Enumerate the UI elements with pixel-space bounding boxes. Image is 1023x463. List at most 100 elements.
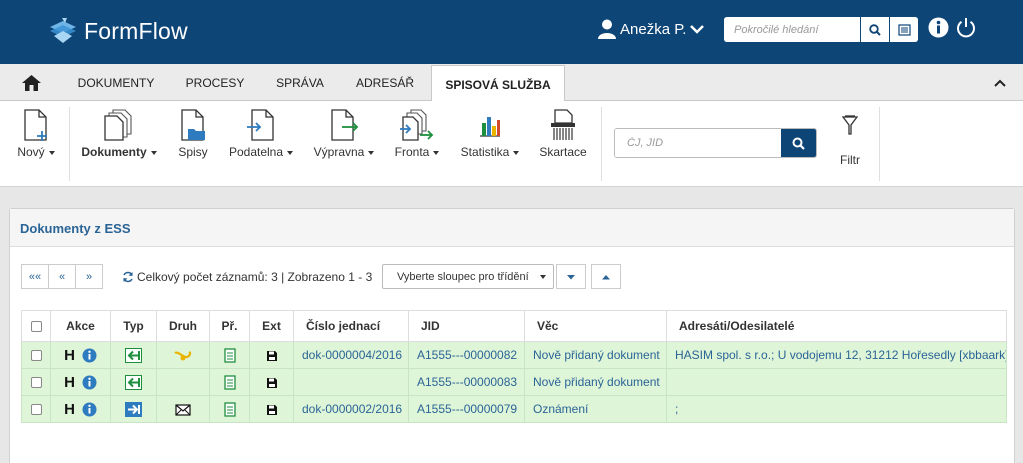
toolbar-search-button[interactable]: [781, 129, 816, 157]
column-header-jid[interactable]: JID: [408, 310, 525, 342]
vypravna-label: Výpravna: [314, 145, 375, 159]
podatelna-button[interactable]: Podatelna: [226, 109, 296, 159]
info-icon[interactable]: [82, 375, 97, 390]
tab-adresar[interactable]: ADRESÁŘ: [346, 64, 424, 101]
row-checkbox[interactable]: [30, 350, 42, 362]
column-header-pr: Př.: [209, 310, 250, 342]
user-menu[interactable]: Anežka P.: [598, 19, 705, 39]
cislo-jednaci-cell[interactable]: [293, 368, 409, 396]
outgoing-document-icon: [331, 109, 359, 141]
header-list-button[interactable]: [889, 17, 918, 42]
row-checkbox[interactable]: [30, 404, 42, 416]
advanced-search: [724, 17, 918, 42]
pager-next-button[interactable]: »: [75, 264, 103, 289]
sort-descending-button[interactable]: [556, 264, 586, 289]
jid-cell[interactable]: A1555---00000079: [408, 395, 525, 423]
skartace-button[interactable]: Skartace: [537, 109, 589, 159]
statistika-button[interactable]: Statistika: [458, 109, 522, 159]
row-checkbox-cell: [21, 341, 51, 369]
podatelna-label: Podatelna: [229, 145, 294, 159]
new-button[interactable]: Nový: [16, 109, 56, 159]
info-icon[interactable]: [82, 402, 97, 417]
type-cell: [110, 368, 157, 396]
chevron-down-icon: [540, 275, 546, 279]
fronta-button[interactable]: Fronta: [393, 109, 441, 159]
ext-cell: [249, 368, 294, 396]
table-row[interactable]: H dok-0000004/2016 A1555---00000082 Nově…: [21, 341, 1007, 369]
sort-ascending-button[interactable]: [591, 264, 621, 289]
app-logo[interactable]: FormFlow: [48, 17, 188, 45]
jid-cell[interactable]: A1555---00000082: [408, 341, 525, 369]
caret-down-icon: [567, 274, 575, 279]
row-checkbox[interactable]: [30, 377, 42, 389]
actions-cell: H: [50, 395, 111, 423]
header-icons: [928, 17, 977, 39]
header-search-button[interactable]: [860, 17, 889, 42]
column-header-cislo-jednaci[interactable]: Číslo jednací: [293, 310, 409, 342]
tab-dokumenty[interactable]: DOKUMENTY: [68, 64, 164, 101]
chevron-down-icon: [690, 25, 705, 34]
floppy-disk-icon: [266, 350, 277, 361]
cislo-jednaci-cell[interactable]: dok-0000004/2016: [293, 341, 409, 369]
adresati-cell[interactable]: ;: [666, 395, 1007, 423]
toolbar-separator: [69, 107, 70, 181]
row-checkbox-cell: [21, 368, 51, 396]
ext-cell: [249, 395, 294, 423]
incoming-arrow-icon: [125, 374, 142, 390]
ribbon-toolbar: Nový Dokumenty Spisy Podatelna Výpravna …: [0, 101, 1023, 187]
tab-spisova-sluzba[interactable]: SPISOVÁ SLUŽBA: [431, 65, 565, 103]
cislo-jednaci-cell[interactable]: dok-0000002/2016: [293, 395, 409, 423]
advanced-search-input[interactable]: [724, 17, 860, 42]
history-action[interactable]: H: [64, 374, 75, 391]
jid-cell[interactable]: A1555---00000083: [408, 368, 525, 396]
pager-prev-button[interactable]: «: [48, 264, 76, 289]
table-row[interactable]: H dok-0000002/2016 A1555---00000079 Ozná…: [21, 395, 1007, 423]
tab-home[interactable]: [15, 64, 47, 101]
refresh-icon[interactable]: [122, 271, 134, 283]
adresati-cell[interactable]: HASIM spol. s r.o.; U vodojemu 12, 31212…: [666, 341, 1007, 369]
vec-cell[interactable]: Nově přidaný dokument: [524, 341, 667, 369]
list-icon: [897, 23, 911, 36]
sort-column-select[interactable]: Vyberte sloupec pro třídění: [382, 264, 554, 289]
table-row[interactable]: H A1555---00000083 Nově přidaný dokument: [21, 368, 1007, 396]
filter-label: Filtr: [840, 153, 860, 167]
vec-cell[interactable]: Oznámení: [524, 395, 667, 423]
adresati-cell[interactable]: [666, 368, 1007, 396]
post-horn-icon: [174, 350, 192, 361]
info-icon[interactable]: [928, 17, 949, 38]
row-checkbox-cell: [21, 395, 51, 423]
type-cell: [110, 395, 157, 423]
bar-chart-icon: [480, 117, 500, 137]
filter-icon: [842, 115, 858, 135]
documents-button[interactable]: Dokumenty: [80, 109, 158, 159]
search-icon: [792, 137, 805, 150]
column-header-vec[interactable]: Věc: [524, 310, 667, 342]
envelope-icon: [175, 404, 191, 416]
table-header-row: Akce Typ Druh Př. Ext Číslo jednací JID …: [21, 310, 1007, 342]
cj-jid-search-input[interactable]: [615, 129, 781, 157]
document-icon: [223, 402, 236, 417]
vec-cell[interactable]: Nově přidaný dokument: [524, 368, 667, 396]
app-window: FormFlow Anežka P. Pokročilé hledání DOK…: [0, 0, 1023, 463]
queue-icon: [400, 109, 434, 141]
vypravna-button[interactable]: Výpravna: [311, 109, 377, 159]
tab-procesy[interactable]: PROCESY: [178, 64, 252, 101]
statistika-label: Statistika: [461, 145, 520, 159]
history-action[interactable]: H: [64, 347, 75, 364]
actions-cell: H: [50, 368, 111, 396]
info-icon[interactable]: [82, 348, 97, 363]
column-header-adresati[interactable]: Adresáti/Odesilatelé: [666, 310, 1007, 342]
spisy-button[interactable]: Spisy: [176, 109, 210, 159]
power-icon[interactable]: [955, 17, 977, 39]
ext-cell: [249, 341, 294, 369]
tab-sprava[interactable]: SPRÁVA: [268, 64, 332, 101]
select-all-checkbox[interactable]: [30, 321, 42, 333]
type-cell: [110, 341, 157, 369]
user-icon: [598, 19, 616, 39]
filter-button[interactable]: Filtr: [836, 115, 864, 167]
history-action[interactable]: H: [64, 401, 75, 418]
pager-first-button[interactable]: ««: [21, 264, 49, 289]
collapse-button[interactable]: [990, 64, 1010, 101]
record-count: Celkový počet záznamů: 3 | Zobrazeno 1 -…: [122, 270, 372, 284]
outgoing-arrow-icon: [125, 401, 142, 417]
